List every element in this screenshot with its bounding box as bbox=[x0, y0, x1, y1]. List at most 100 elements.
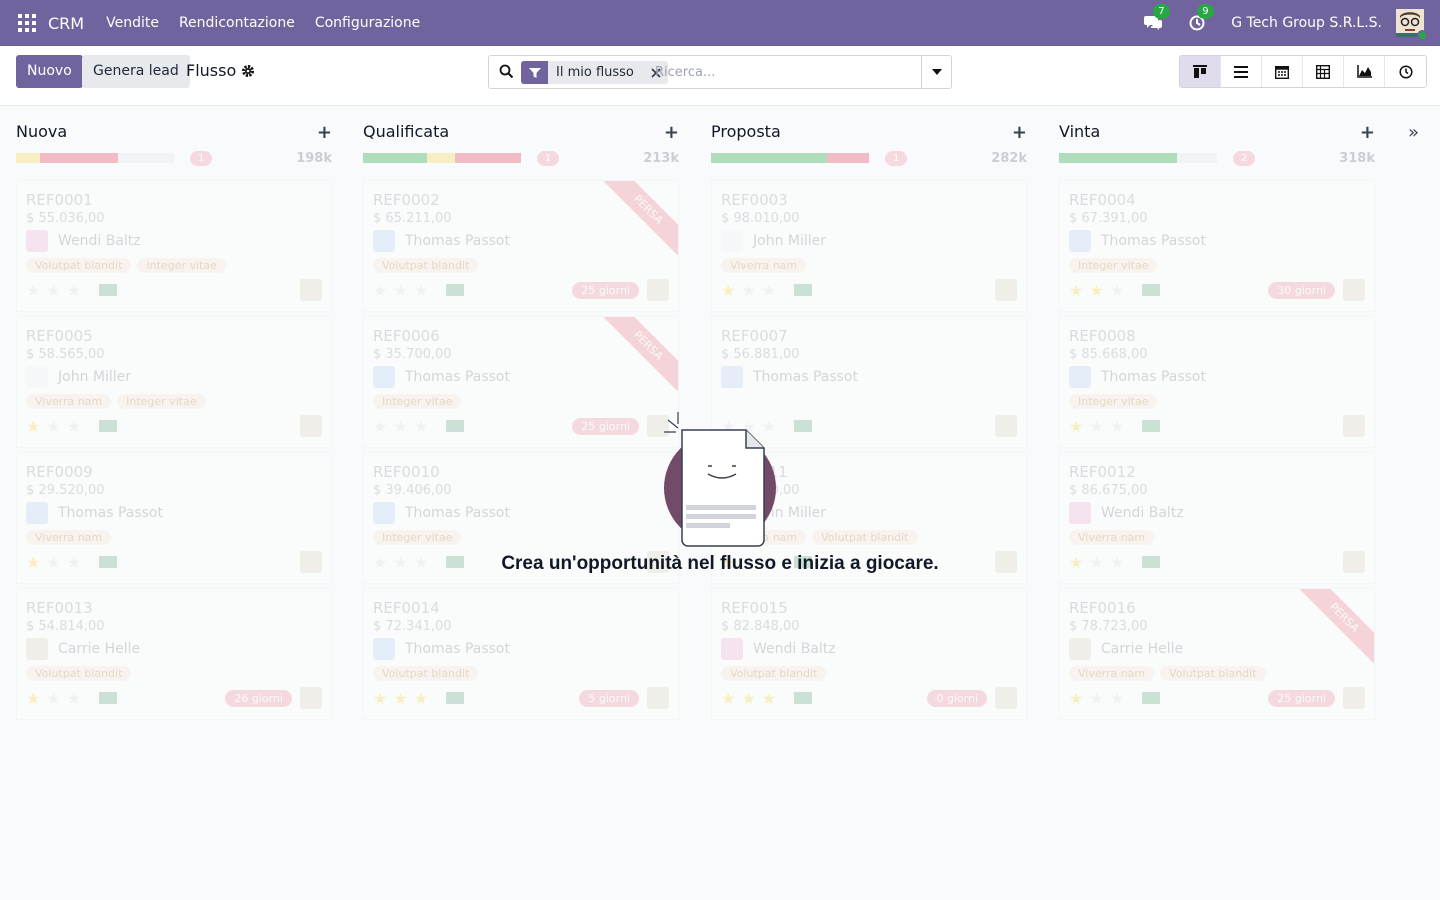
opportunity-card[interactable]: REF0002 $ 65.211,00 Thomas Passot Volutpat … bbox=[363, 180, 679, 312]
opportunity-card[interactable]: REF0006 $ 35.700,00 Thomas Passot Integer v… bbox=[363, 316, 679, 448]
activities-button[interactable]: 9 bbox=[1187, 4, 1214, 33]
progress-segment[interactable] bbox=[1059, 153, 1177, 163]
priority-star-icon[interactable]: ★ bbox=[67, 281, 81, 300]
priority-star-icon[interactable]: ★ bbox=[414, 281, 428, 300]
priority-star-icon[interactable]: ★ bbox=[46, 689, 60, 708]
progress-segment[interactable] bbox=[363, 153, 427, 163]
priority-star-icon[interactable]: ★ bbox=[46, 417, 60, 436]
search-options-toggle[interactable] bbox=[921, 56, 951, 88]
salesperson-avatar[interactable] bbox=[995, 279, 1017, 301]
progress-segment[interactable] bbox=[16, 153, 40, 163]
gear-icon[interactable] bbox=[241, 64, 255, 82]
salesperson-avatar[interactable] bbox=[300, 687, 322, 709]
priority-star-icon[interactable]: ★ bbox=[26, 689, 40, 708]
priority-star-icon[interactable]: ★ bbox=[741, 281, 755, 300]
progress-segment[interactable] bbox=[827, 153, 869, 163]
add-card-icon[interactable]: + bbox=[1012, 122, 1027, 143]
new-button[interactable]: Nuovo bbox=[16, 55, 83, 88]
generate-lead-button[interactable]: Genera lead bbox=[82, 55, 190, 88]
search-facet[interactable]: Il mio flusso bbox=[521, 61, 668, 84]
priority-star-icon[interactable]: ★ bbox=[393, 417, 407, 436]
priority-star-icon[interactable]: ★ bbox=[1110, 689, 1124, 708]
user-avatar[interactable] bbox=[1396, 9, 1428, 41]
add-card-icon[interactable]: + bbox=[317, 122, 332, 143]
activity-flag-icon[interactable] bbox=[99, 284, 118, 296]
menu-rendicontazione[interactable]: Rendicontazione bbox=[179, 15, 295, 31]
column-title[interactable]: Vinta bbox=[1059, 122, 1100, 141]
priority-star-icon[interactable]: ★ bbox=[414, 689, 428, 708]
salesperson-avatar[interactable] bbox=[1343, 279, 1365, 301]
opportunity-card[interactable]: REF0016 $ 78.723,00 Carrie Helle Viverra na… bbox=[1059, 588, 1375, 720]
salesperson-avatar[interactable] bbox=[1343, 415, 1365, 437]
opportunity-card[interactable]: REF0015 $ 82.848,00 Wendi Baltz Volutpat bl… bbox=[711, 588, 1027, 720]
expand-columns-icon[interactable]: » bbox=[1408, 122, 1419, 143]
activity-flag-icon[interactable] bbox=[794, 420, 813, 432]
salesperson-avatar[interactable] bbox=[995, 415, 1017, 437]
opportunity-card[interactable]: REF0005 $ 58.565,00 John Miller Viverra nam… bbox=[16, 316, 332, 448]
priority-star-icon[interactable]: ★ bbox=[26, 417, 40, 436]
priority-star-icon[interactable]: ★ bbox=[393, 281, 407, 300]
priority-star-icon[interactable]: ★ bbox=[741, 689, 755, 708]
progress-segment[interactable] bbox=[118, 153, 174, 163]
opportunity-card[interactable]: REF0004 $ 67.391,00 Thomas Passot Integer v… bbox=[1059, 180, 1375, 312]
activity-flag-icon[interactable] bbox=[1142, 420, 1161, 432]
salesperson-avatar[interactable] bbox=[647, 279, 669, 301]
activity-flag-icon[interactable] bbox=[794, 284, 813, 296]
menu-vendite[interactable]: Vendite bbox=[106, 15, 159, 31]
activity-view-button[interactable] bbox=[1385, 56, 1426, 87]
column-progress-bar[interactable] bbox=[363, 153, 521, 163]
graph-view-button[interactable] bbox=[1344, 56, 1385, 87]
add-card-icon[interactable]: + bbox=[664, 122, 679, 143]
column-title[interactable]: Nuova bbox=[16, 122, 67, 141]
priority-star-icon[interactable]: ★ bbox=[1069, 689, 1083, 708]
column-progress-bar[interactable] bbox=[711, 153, 869, 163]
column-progress-bar[interactable] bbox=[16, 153, 174, 163]
activity-flag-icon[interactable] bbox=[99, 420, 118, 432]
priority-star-icon[interactable]: ★ bbox=[373, 689, 387, 708]
salesperson-avatar[interactable] bbox=[300, 279, 322, 301]
progress-segment[interactable] bbox=[455, 153, 521, 163]
priority-star-icon[interactable]: ★ bbox=[67, 689, 81, 708]
company-switcher[interactable]: G Tech Group S.R.L.S. bbox=[1231, 15, 1382, 31]
priority-star-icon[interactable]: ★ bbox=[46, 281, 60, 300]
pivot-view-button[interactable] bbox=[1303, 56, 1344, 87]
opportunity-card[interactable]: REF0003 $ 98.010,00 John Miller Viverra nam… bbox=[711, 180, 1027, 312]
priority-star-icon[interactable]: ★ bbox=[373, 281, 387, 300]
menu-configurazione[interactable]: Configurazione bbox=[315, 15, 420, 31]
activity-flag-icon[interactable] bbox=[794, 692, 813, 704]
priority-star-icon[interactable]: ★ bbox=[762, 689, 776, 708]
salesperson-avatar[interactable] bbox=[1343, 687, 1365, 709]
priority-star-icon[interactable]: ★ bbox=[26, 281, 40, 300]
calendar-view-button[interactable] bbox=[1262, 56, 1303, 87]
search-icon[interactable] bbox=[499, 64, 514, 83]
activity-flag-icon[interactable] bbox=[446, 692, 465, 704]
salesperson-avatar[interactable] bbox=[647, 687, 669, 709]
search-input[interactable] bbox=[655, 61, 915, 83]
list-view-button[interactable] bbox=[1221, 56, 1262, 87]
priority-star-icon[interactable]: ★ bbox=[1089, 417, 1103, 436]
priority-star-icon[interactable]: ★ bbox=[1069, 417, 1083, 436]
column-progress-bar[interactable] bbox=[1059, 153, 1217, 163]
apps-menu-icon[interactable] bbox=[18, 14, 36, 32]
activity-flag-icon[interactable] bbox=[99, 692, 118, 704]
progress-segment[interactable] bbox=[40, 153, 118, 163]
priority-star-icon[interactable]: ★ bbox=[1089, 281, 1103, 300]
activity-flag-icon[interactable] bbox=[446, 420, 465, 432]
opportunity-card[interactable]: REF0014 $ 72.341,00 Thomas Passot Volutpat … bbox=[363, 588, 679, 720]
priority-star-icon[interactable]: ★ bbox=[1069, 281, 1083, 300]
messages-button[interactable]: 7 bbox=[1143, 4, 1170, 33]
opportunity-card[interactable]: REF0008 $ 85.668,00 Thomas Passot Integer v… bbox=[1059, 316, 1375, 448]
salesperson-avatar[interactable] bbox=[995, 687, 1017, 709]
activity-flag-icon[interactable] bbox=[1142, 284, 1161, 296]
activity-flag-icon[interactable] bbox=[446, 284, 465, 296]
salesperson-avatar[interactable] bbox=[300, 415, 322, 437]
progress-segment[interactable] bbox=[711, 153, 827, 163]
app-brand[interactable]: CRM bbox=[48, 14, 84, 33]
priority-star-icon[interactable]: ★ bbox=[1110, 417, 1124, 436]
priority-star-icon[interactable]: ★ bbox=[373, 417, 387, 436]
progress-segment[interactable] bbox=[427, 153, 455, 163]
priority-star-icon[interactable]: ★ bbox=[721, 689, 735, 708]
priority-star-icon[interactable]: ★ bbox=[1089, 689, 1103, 708]
progress-segment[interactable] bbox=[1177, 153, 1217, 163]
column-title[interactable]: Proposta bbox=[711, 122, 781, 141]
